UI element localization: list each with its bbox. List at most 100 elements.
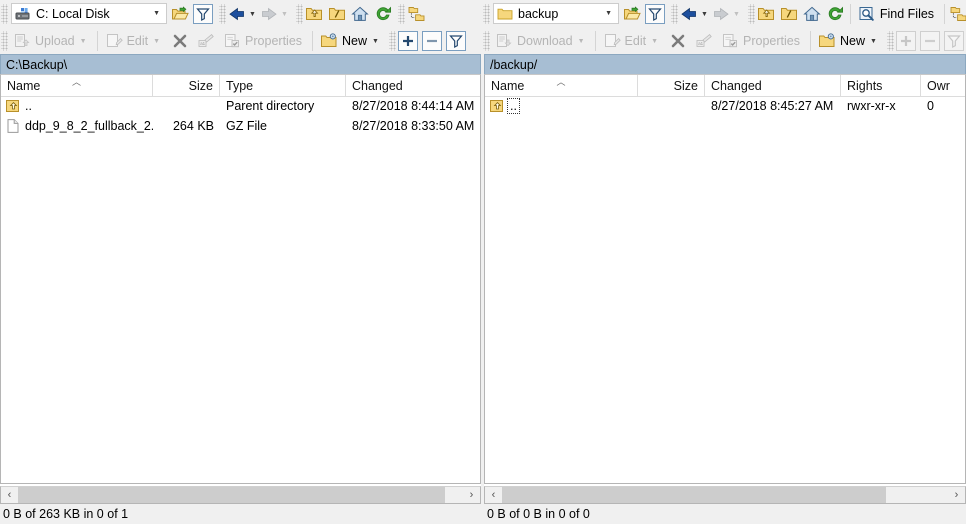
new-button[interactable]: New ▼ [815, 30, 883, 52]
left-refresh-button[interactable] [374, 5, 392, 23]
right-address-combo[interactable]: backup ▼ [493, 3, 619, 24]
chevron-down-icon[interactable]: ▼ [600, 10, 618, 17]
left-back-button[interactable] [228, 5, 246, 23]
cell-name[interactable]: .. [485, 98, 638, 114]
right-filter-button[interactable] [645, 3, 665, 24]
rename-button[interactable]: a1 [692, 30, 716, 52]
column-header-owner[interactable]: Owr [921, 75, 965, 96]
delete-button[interactable] [666, 30, 690, 52]
upload-button[interactable]: Upload ▼ [10, 30, 93, 52]
selection-filter-button[interactable] [943, 30, 964, 51]
select-files-button[interactable] [895, 30, 916, 51]
left-parent-directory-button[interactable] [305, 5, 323, 23]
sort-ascending-icon: ︿ [71, 77, 82, 87]
chevron-down-icon[interactable]: ▼ [148, 10, 166, 17]
cell-name[interactable]: ddp_9_8_2_fullback_2... [1, 116, 153, 136]
scroll-track[interactable] [18, 487, 463, 503]
chevron-down-icon[interactable]: ▼ [153, 38, 160, 45]
column-header-rights[interactable]: Rights [841, 75, 921, 96]
scroll-track[interactable] [502, 487, 948, 503]
upload-icon [13, 32, 31, 50]
toolbar-grip[interactable] [886, 30, 894, 51]
right-file-rows: .. 8/27/2018 8:45:27 AM rwxr-xr-x 0 [485, 96, 965, 483]
toolbar-grip[interactable] [1, 3, 8, 24]
table-row[interactable]: .. Parent directory 8/27/2018 8:44:14 AM [1, 96, 480, 116]
find-files-button[interactable]: Find Files [855, 3, 940, 25]
delete-button[interactable] [168, 30, 192, 52]
properties-label: Properties [743, 33, 800, 48]
right-home-button[interactable] [803, 5, 821, 23]
right-directory-tree-button[interactable] [949, 5, 966, 23]
left-horizontal-scrollbar[interactable]: ‹ › [0, 486, 481, 504]
cell-name[interactable]: .. [1, 96, 153, 116]
left-directory-tree-button[interactable] [407, 5, 425, 23]
left-root-directory-button[interactable] [328, 5, 346, 23]
chevron-down-icon[interactable]: ▼ [651, 38, 658, 45]
right-path-bar[interactable]: /backup/ [484, 54, 966, 74]
properties-button[interactable]: Properties [718, 30, 806, 52]
scroll-thumb[interactable] [502, 487, 886, 503]
column-header-name[interactable]: Name ︿ [1, 75, 153, 96]
column-header-changed[interactable]: Changed [346, 75, 480, 96]
toolbar-grip[interactable] [1, 30, 8, 51]
left-address-combo[interactable]: C: Local Disk ▼ [11, 3, 167, 24]
new-label: New [342, 33, 368, 48]
left-filter-button[interactable] [193, 3, 213, 24]
left-file-list[interactable]: Name ︿ Size Type Changed .. Parent direc… [0, 74, 481, 484]
toolbar-grip[interactable] [483, 3, 490, 24]
right-forward-button[interactable] [712, 5, 730, 23]
selection-filter-button[interactable] [445, 30, 466, 51]
edit-button[interactable]: Edit ▼ [600, 30, 664, 52]
toolbar-grip[interactable] [483, 30, 490, 51]
chevron-down-icon[interactable]: ▼ [372, 38, 379, 45]
toolbar-grip[interactable] [388, 30, 396, 51]
table-row[interactable]: ddp_9_8_2_fullback_2... 264 KB GZ File 8… [1, 116, 480, 136]
right-open-directory-button[interactable] [623, 5, 641, 23]
right-refresh-button[interactable] [826, 5, 844, 23]
column-header-type[interactable]: Type [220, 75, 346, 96]
right-back-button[interactable] [680, 5, 698, 23]
edit-button[interactable]: Edit ▼ [102, 30, 166, 52]
unselect-files-button[interactable] [421, 30, 442, 51]
properties-button[interactable]: Properties [220, 30, 308, 52]
column-header-changed[interactable]: Changed [705, 75, 841, 96]
right-parent-directory-button[interactable] [757, 5, 775, 23]
toolbar-grip[interactable] [671, 3, 678, 24]
column-header-name[interactable]: Name ︿ [485, 75, 638, 96]
chevron-down-icon[interactable]: ▼ [80, 38, 87, 45]
chevron-down-icon[interactable]: ▼ [578, 38, 585, 45]
toolbar-grip[interactable] [747, 3, 755, 24]
chevron-down-icon[interactable]: ▼ [870, 38, 877, 45]
scroll-right-arrow-icon[interactable]: › [463, 487, 480, 503]
column-header-size[interactable]: Size [638, 75, 705, 96]
left-back-dropdown-icon[interactable]: ▼ [249, 11, 256, 18]
right-root-directory-button[interactable] [780, 5, 798, 23]
scroll-left-arrow-icon[interactable]: ‹ [1, 487, 18, 503]
scroll-right-arrow-icon[interactable]: › [948, 487, 965, 503]
right-column-headers: Name ︿ Size Changed Rights Owr [485, 75, 965, 97]
download-button[interactable]: Download ▼ [492, 30, 591, 52]
unselect-files-button[interactable] [919, 30, 940, 51]
edit-icon [603, 32, 621, 50]
table-row[interactable]: .. 8/27/2018 8:45:27 AM rwxr-xr-x 0 [485, 96, 965, 116]
scroll-left-arrow-icon[interactable]: ‹ [485, 487, 502, 503]
right-file-list[interactable]: Name ︿ Size Changed Rights Owr .. 8/27/2… [484, 74, 966, 484]
left-panel: C:\Backup\ Name ︿ Size Type Changed .. P… [0, 54, 481, 524]
right-address-value: backup [518, 6, 559, 21]
new-button[interactable]: New ▼ [317, 30, 385, 52]
right-horizontal-scrollbar[interactable]: ‹ › [484, 486, 966, 504]
properties-label: Properties [245, 33, 303, 48]
select-files-button[interactable] [397, 30, 418, 51]
left-open-directory-button[interactable] [171, 5, 189, 23]
left-path-bar[interactable]: C:\Backup\ [0, 54, 481, 74]
left-home-button[interactable] [351, 5, 369, 23]
left-forward-button[interactable] [260, 5, 278, 23]
scroll-thumb[interactable] [18, 487, 446, 503]
toolbar-grip[interactable] [295, 3, 303, 24]
cell-type: GZ File [226, 119, 267, 133]
rename-button[interactable]: a1 [194, 30, 218, 52]
toolbar-grip[interactable] [219, 3, 226, 24]
right-back-dropdown-icon[interactable]: ▼ [701, 11, 708, 18]
column-header-size[interactable]: Size [153, 75, 220, 96]
toolbar-grip[interactable] [397, 3, 405, 24]
